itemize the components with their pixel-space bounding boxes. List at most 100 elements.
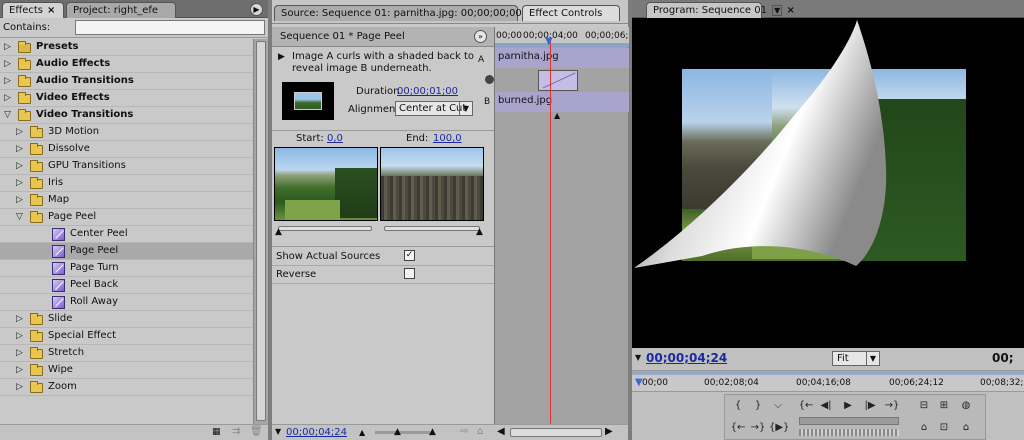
start-slider-handle[interactable]: ▲ bbox=[275, 227, 282, 237]
expand-icon[interactable]: ▷ bbox=[4, 56, 11, 72]
tree-item[interactable]: ▷ 3D Motion bbox=[0, 124, 253, 141]
expand-icon[interactable]: ▷ bbox=[4, 39, 11, 55]
tree-item[interactable]: ▷ Video Effects bbox=[0, 90, 253, 107]
scroll-right-icon[interactable]: ▶ bbox=[605, 426, 613, 437]
tab-program[interactable]: Program: Sequence 01 ▼ × bbox=[646, 2, 795, 18]
close-icon[interactable]: × bbox=[47, 5, 55, 16]
zoom-slider-handle[interactable]: ▲ bbox=[394, 427, 401, 437]
go-to-prev-edit-icon[interactable]: {← bbox=[729, 421, 747, 435]
track-a-clip[interactable]: parnitha.jpg bbox=[495, 48, 629, 68]
expand-icon[interactable]: ▷ bbox=[16, 379, 23, 395]
alignment-dropdown[interactable]: Center at Cut ▼ bbox=[395, 101, 473, 116]
expand-icon[interactable]: ▷ bbox=[4, 90, 11, 106]
work-area-bar[interactable] bbox=[495, 43, 629, 47]
effects-scrollbar-thumb[interactable] bbox=[256, 41, 266, 421]
program-video-canvas[interactable] bbox=[632, 18, 1024, 348]
start-field[interactable]: 0,0 bbox=[327, 133, 343, 144]
expand-icon[interactable]: ▷ bbox=[4, 73, 11, 89]
tree-item[interactable]: Center Peel bbox=[0, 226, 253, 243]
zoom-in-icon[interactable]: ▲ bbox=[429, 427, 436, 437]
playhead-line[interactable] bbox=[550, 41, 551, 424]
tree-item[interactable]: ▷ GPU Transitions bbox=[0, 158, 253, 175]
extract-icon[interactable]: ⊞ bbox=[935, 399, 953, 413]
trash-icon[interactable]: 🗑 bbox=[250, 426, 263, 437]
zoom-dropdown[interactable]: Fit ▼ bbox=[832, 351, 880, 366]
tree-item[interactable]: ▷ Presets bbox=[0, 39, 253, 56]
play-in-to-out-icon[interactable]: {▶} bbox=[769, 421, 789, 435]
show-actual-sources-checkbox[interactable]: ✓ bbox=[404, 250, 415, 261]
tree-item[interactable]: ▽ Video Transitions bbox=[0, 107, 253, 124]
tree-item[interactable]: ▷ Stretch bbox=[0, 345, 253, 362]
go-to-out-icon[interactable]: →} bbox=[883, 399, 901, 413]
program-menu-chevron-icon[interactable]: ▼ bbox=[772, 5, 783, 16]
tree-item[interactable]: ▷ Slide bbox=[0, 311, 253, 328]
go-to-in-icon[interactable]: {← bbox=[797, 399, 815, 413]
settings-icon[interactable]: ⌂ bbox=[477, 426, 483, 437]
tree-item[interactable]: ▷ Dissolve bbox=[0, 141, 253, 158]
tree-item[interactable]: ▷ Audio Effects bbox=[0, 56, 253, 73]
program-ruler[interactable]: 00;00 00;02;08;04 00;04;16;08 00;06;24;1… bbox=[632, 370, 1024, 392]
program-playhead-icon[interactable]: ▼ bbox=[635, 377, 643, 388]
zoom-slider[interactable] bbox=[375, 431, 430, 434]
lift-icon[interactable]: ⊟ bbox=[915, 399, 933, 413]
expand-icon[interactable]: ▷ bbox=[16, 175, 23, 191]
loop-icon[interactable]: ⌂ bbox=[915, 421, 933, 435]
shuttle-slider[interactable] bbox=[799, 417, 899, 425]
expand-icon[interactable]: ▷ bbox=[16, 328, 23, 344]
expand-icon[interactable]: ▷ bbox=[16, 158, 23, 174]
start-slider[interactable] bbox=[278, 226, 372, 231]
tree-item[interactable]: Roll Away bbox=[0, 294, 253, 311]
show-hide-timeline-icon[interactable]: » bbox=[474, 30, 487, 43]
collapse-icon[interactable]: ▽ bbox=[4, 107, 11, 123]
export-icon[interactable]: ⇨ bbox=[460, 426, 468, 437]
tree-item[interactable]: ▷ Audio Transitions bbox=[0, 73, 253, 90]
tab-effect-controls[interactable]: Effect Controls bbox=[522, 5, 620, 21]
tree-item[interactable]: Peel Back bbox=[0, 277, 253, 294]
zoom-out-icon[interactable]: ▲ bbox=[359, 428, 365, 437]
reset-icon[interactable] bbox=[485, 75, 494, 84]
panel-menu-icon[interactable]: ▶ bbox=[250, 3, 263, 16]
mark-out-icon[interactable]: } bbox=[749, 399, 767, 413]
tree-item[interactable]: ▷ Map bbox=[0, 192, 253, 209]
close-icon[interactable]: × bbox=[787, 5, 795, 16]
end-slider-handle[interactable]: ▲ bbox=[476, 227, 483, 237]
program-current-time[interactable]: 00;00;04;24 bbox=[646, 351, 727, 365]
tree-item[interactable]: ▷ Wipe bbox=[0, 362, 253, 379]
ec-current-time[interactable]: 00;00;04;24 bbox=[286, 427, 347, 438]
expand-icon[interactable]: ▷ bbox=[16, 311, 23, 327]
safe-margins-icon[interactable]: ⊡ bbox=[935, 421, 953, 435]
expand-icon[interactable]: ▷ bbox=[16, 124, 23, 140]
step-back-icon[interactable]: ◀| bbox=[817, 399, 835, 413]
play-preview-icon[interactable]: ▶ bbox=[278, 52, 285, 62]
new-item-icon[interactable]: ⇉ bbox=[232, 426, 240, 437]
tree-item[interactable]: ▷ Zoom bbox=[0, 379, 253, 396]
step-forward-icon[interactable]: |▶ bbox=[861, 399, 879, 413]
duration-field[interactable]: 00;00;01;00 bbox=[397, 86, 458, 97]
tab-project[interactable]: Project: right_efe bbox=[66, 2, 176, 18]
collapse-icon[interactable]: ▽ bbox=[16, 209, 23, 225]
program-work-area[interactable] bbox=[632, 371, 1024, 375]
expand-icon[interactable]: ▷ bbox=[16, 345, 23, 361]
expand-icon[interactable]: ▷ bbox=[16, 141, 23, 157]
scroll-left-icon[interactable]: ◀ bbox=[497, 426, 505, 437]
effects-scrollbar[interactable] bbox=[253, 39, 268, 424]
playhead-icon[interactable]: ▼ bbox=[545, 36, 553, 47]
tree-item[interactable]: Page Turn bbox=[0, 260, 253, 277]
expand-icon[interactable]: ▷ bbox=[16, 192, 23, 208]
tab-effects[interactable]: Effects × bbox=[2, 2, 64, 18]
set-marker-icon[interactable]: ⌵ bbox=[769, 399, 787, 413]
jog-disk[interactable] bbox=[799, 429, 899, 436]
expand-icon[interactable]: ▷ bbox=[16, 362, 23, 378]
end-slider[interactable] bbox=[384, 226, 480, 231]
footer-chevron-icon[interactable]: ▼ bbox=[275, 427, 281, 436]
tree-item[interactable]: ▷ Special Effect bbox=[0, 328, 253, 345]
play-icon[interactable]: ▶ bbox=[839, 399, 857, 413]
end-field[interactable]: 100,0 bbox=[433, 133, 462, 144]
mark-in-icon[interactable]: { bbox=[729, 399, 747, 413]
tab-source[interactable]: Source: Sequence 01: parnitha.jpg: 00;00… bbox=[274, 5, 522, 21]
trim-icon[interactable]: ⌂ bbox=[957, 421, 975, 435]
contains-input[interactable] bbox=[75, 20, 265, 35]
new-bin-icon[interactable]: ▦ bbox=[212, 427, 221, 437]
output-icon[interactable]: ◍ bbox=[957, 399, 975, 413]
timebar-chevron-icon[interactable]: ▼ bbox=[635, 353, 641, 362]
